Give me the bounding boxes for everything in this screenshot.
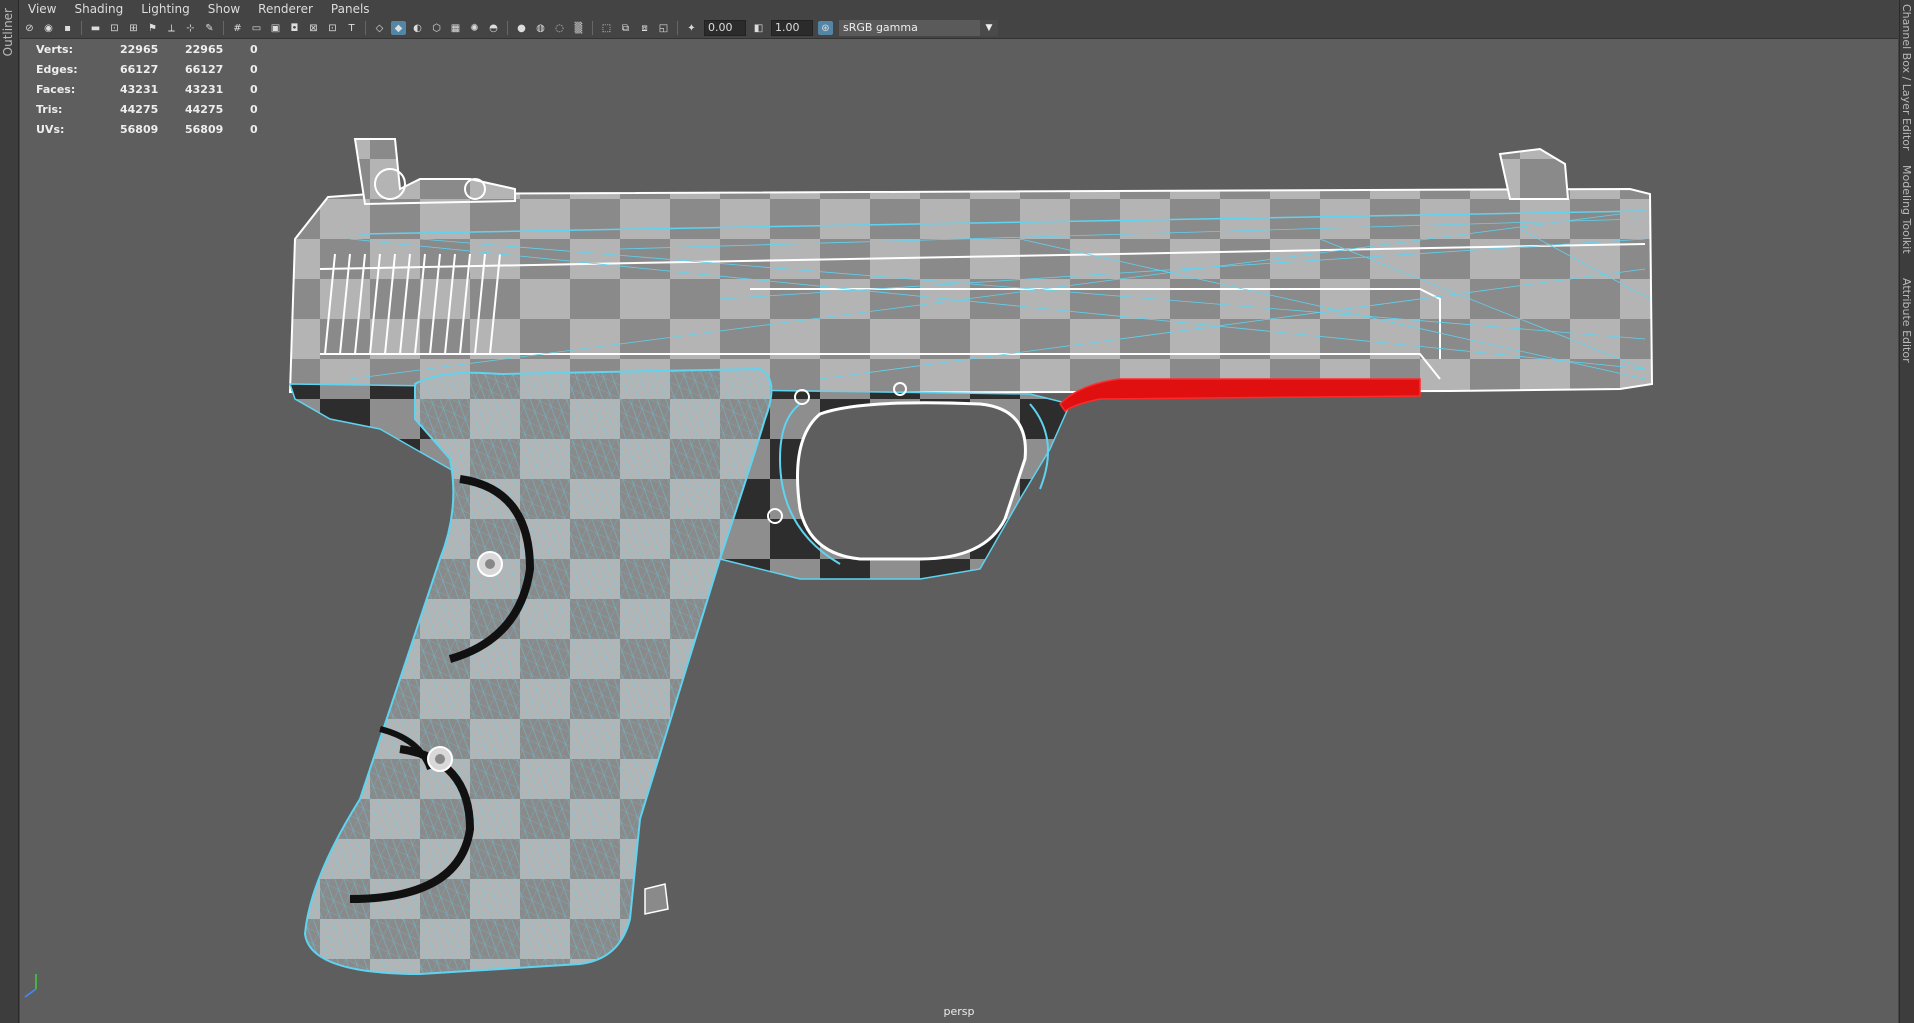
gamma-field[interactable]: 1.00 — [771, 20, 813, 36]
gate-mask-icon[interactable]: ◘ — [287, 21, 302, 35]
hud-value: 44275 — [185, 102, 224, 116]
gamma-icon[interactable]: ◧ — [751, 21, 766, 35]
bookmark-icon[interactable]: ▪ — [60, 21, 75, 35]
outliner-tab-label: Outliner — [1, 8, 15, 57]
pistol-model[interactable] — [20, 39, 1898, 1023]
menu-shading[interactable]: Shading — [66, 2, 133, 16]
smooth-shade-icon[interactable]: ◆ — [391, 21, 406, 35]
xray-icon[interactable]: ⧉ — [618, 21, 633, 35]
bookmark-flag-icon[interactable]: ⚑ — [145, 21, 160, 35]
hud-label: UVs: — [36, 122, 65, 136]
outliner-panel-tab[interactable]: Outliner — [0, 0, 19, 1023]
hud-row-edges: Edges: 66127 66127 0 — [36, 59, 315, 79]
camera-lock-icon[interactable]: ⊡ — [107, 21, 122, 35]
camera-attributes-icon[interactable]: ◉ — [41, 21, 56, 35]
hud-row-faces: Faces: 43231 43231 0 — [36, 79, 315, 99]
xray-components-icon[interactable]: ◱ — [656, 21, 671, 35]
hud-value: 43231 — [185, 82, 224, 96]
image-plane-icon[interactable]: ⟂ — [164, 21, 179, 35]
hud-value: 44275 — [120, 102, 159, 116]
use-all-lights-icon[interactable]: ✺ — [467, 21, 482, 35]
attribute-editor-tab[interactable]: Attribute Editor — [1900, 278, 1913, 363]
right-panel-tabs: Channel Box / Layer Editor Modeling Tool… — [1899, 0, 1914, 1023]
hud-value: 22965 — [185, 42, 224, 56]
view-axis-icon — [24, 974, 37, 998]
default-material-icon[interactable]: ◐ — [410, 21, 425, 35]
hud-label: Faces: — [36, 82, 76, 96]
menu-panels[interactable]: Panels — [323, 2, 380, 16]
camera-icon[interactable]: ▬ — [88, 21, 103, 35]
hud-value: 43231 — [120, 82, 159, 96]
toolbar-divider — [223, 21, 224, 35]
hud-value: 0 — [250, 102, 258, 116]
hud-label: Tris: — [36, 102, 63, 116]
safe-action-icon[interactable]: ⊡ — [325, 21, 340, 35]
exposure-icon[interactable]: ✦ — [684, 21, 699, 35]
view-transform-value: sRGB gamma — [843, 21, 918, 34]
grid-icon[interactable]: # — [230, 21, 245, 35]
textured-icon[interactable]: ▦ — [448, 21, 463, 35]
hud-value: 66127 — [120, 62, 159, 76]
hud-label: Edges: — [36, 62, 78, 76]
poly-count-hud: Verts: 22965 22965 0 Edges: 66127 66127 … — [36, 39, 315, 139]
ambient-occlusion-icon[interactable]: ● — [514, 21, 529, 35]
hud-value: 0 — [250, 122, 258, 136]
2d-pan-icon[interactable]: ⊹ — [183, 21, 198, 35]
field-chart-icon[interactable]: ⊠ — [306, 21, 321, 35]
grip-mesh[interactable] — [303, 367, 773, 976]
hud-value: 56809 — [120, 122, 159, 136]
film-gate-toggle-icon[interactable]: ▭ — [249, 21, 264, 35]
hud-value: 22965 — [120, 42, 159, 56]
toolbar-divider — [81, 21, 82, 35]
modeling-toolkit-tab[interactable]: Modeling Toolkit — [1900, 165, 1913, 254]
depth-of-field-icon[interactable]: ▒ — [571, 21, 586, 35]
xray-joints-icon[interactable]: ⧈ — [637, 21, 652, 35]
toolbar-divider — [365, 21, 366, 35]
wireframe-icon[interactable]: ◇ — [372, 21, 387, 35]
shadows-icon[interactable]: ◓ — [486, 21, 501, 35]
panel-menubar: View Shading Lighting Show Renderer Pane… — [20, 0, 1898, 18]
slide-mesh[interactable] — [288, 138, 1654, 396]
chevron-down-icon[interactable]: ▼ — [980, 20, 998, 36]
hud-row-verts: Verts: 22965 22965 0 — [36, 39, 315, 59]
hud-row-tris: Tris: 44275 44275 0 — [36, 99, 315, 119]
menu-renderer[interactable]: Renderer — [250, 2, 323, 16]
safe-title-icon[interactable]: T — [344, 21, 359, 35]
grease-pencil-icon[interactable]: ✎ — [202, 21, 217, 35]
front-sight[interactable] — [1498, 147, 1570, 200]
hud-label: Verts: — [36, 42, 74, 56]
select-camera-icon[interactable]: ⊘ — [22, 21, 37, 35]
3d-viewport[interactable]: Verts: 22965 22965 0 Edges: 66127 66127 … — [20, 39, 1898, 1023]
toolbar-divider — [677, 21, 678, 35]
hud-value: 66127 — [185, 62, 224, 76]
toolbar-divider — [507, 21, 508, 35]
selected-component[interactable] — [1059, 378, 1421, 413]
hud-row-uvs: UVs: 56809 56809 0 — [36, 119, 315, 139]
isolate-select-icon[interactable]: ⬚ — [599, 21, 614, 35]
menu-lighting[interactable]: Lighting — [133, 2, 200, 16]
film-gate-icon[interactable]: ⊞ — [126, 21, 141, 35]
panel-toolbar: ⊘ ◉ ▪ ▬ ⊡ ⊞ ⚑ ⟂ ⊹ ✎ # ▭ ▣ ◘ ⊠ ⊡ T ◇ ◆ ◐ … — [20, 18, 1898, 39]
toolbar-divider — [592, 21, 593, 35]
anti-aliasing-icon[interactable]: ◌ — [552, 21, 567, 35]
channel-box-tab[interactable]: Channel Box / Layer Editor — [1900, 4, 1913, 151]
motion-blur-icon[interactable]: ◍ — [533, 21, 548, 35]
menu-show[interactable]: Show — [200, 2, 250, 16]
hud-value: 0 — [250, 82, 258, 96]
menu-view[interactable]: View — [20, 2, 66, 16]
hud-value: 56809 — [185, 122, 224, 136]
view-transform-dropdown[interactable]: sRGB gamma ▼ — [839, 20, 998, 36]
camera-name-label: persp — [943, 1005, 975, 1018]
resolution-gate-icon[interactable]: ▣ — [268, 21, 283, 35]
hud-value: 0 — [250, 42, 258, 56]
exposure-field[interactable]: 0.00 — [704, 20, 746, 36]
hud-value: 0 — [250, 62, 258, 76]
color-management-icon[interactable]: ⊛ — [818, 21, 833, 35]
wireframe-on-shaded-icon[interactable]: ⬡ — [429, 21, 444, 35]
